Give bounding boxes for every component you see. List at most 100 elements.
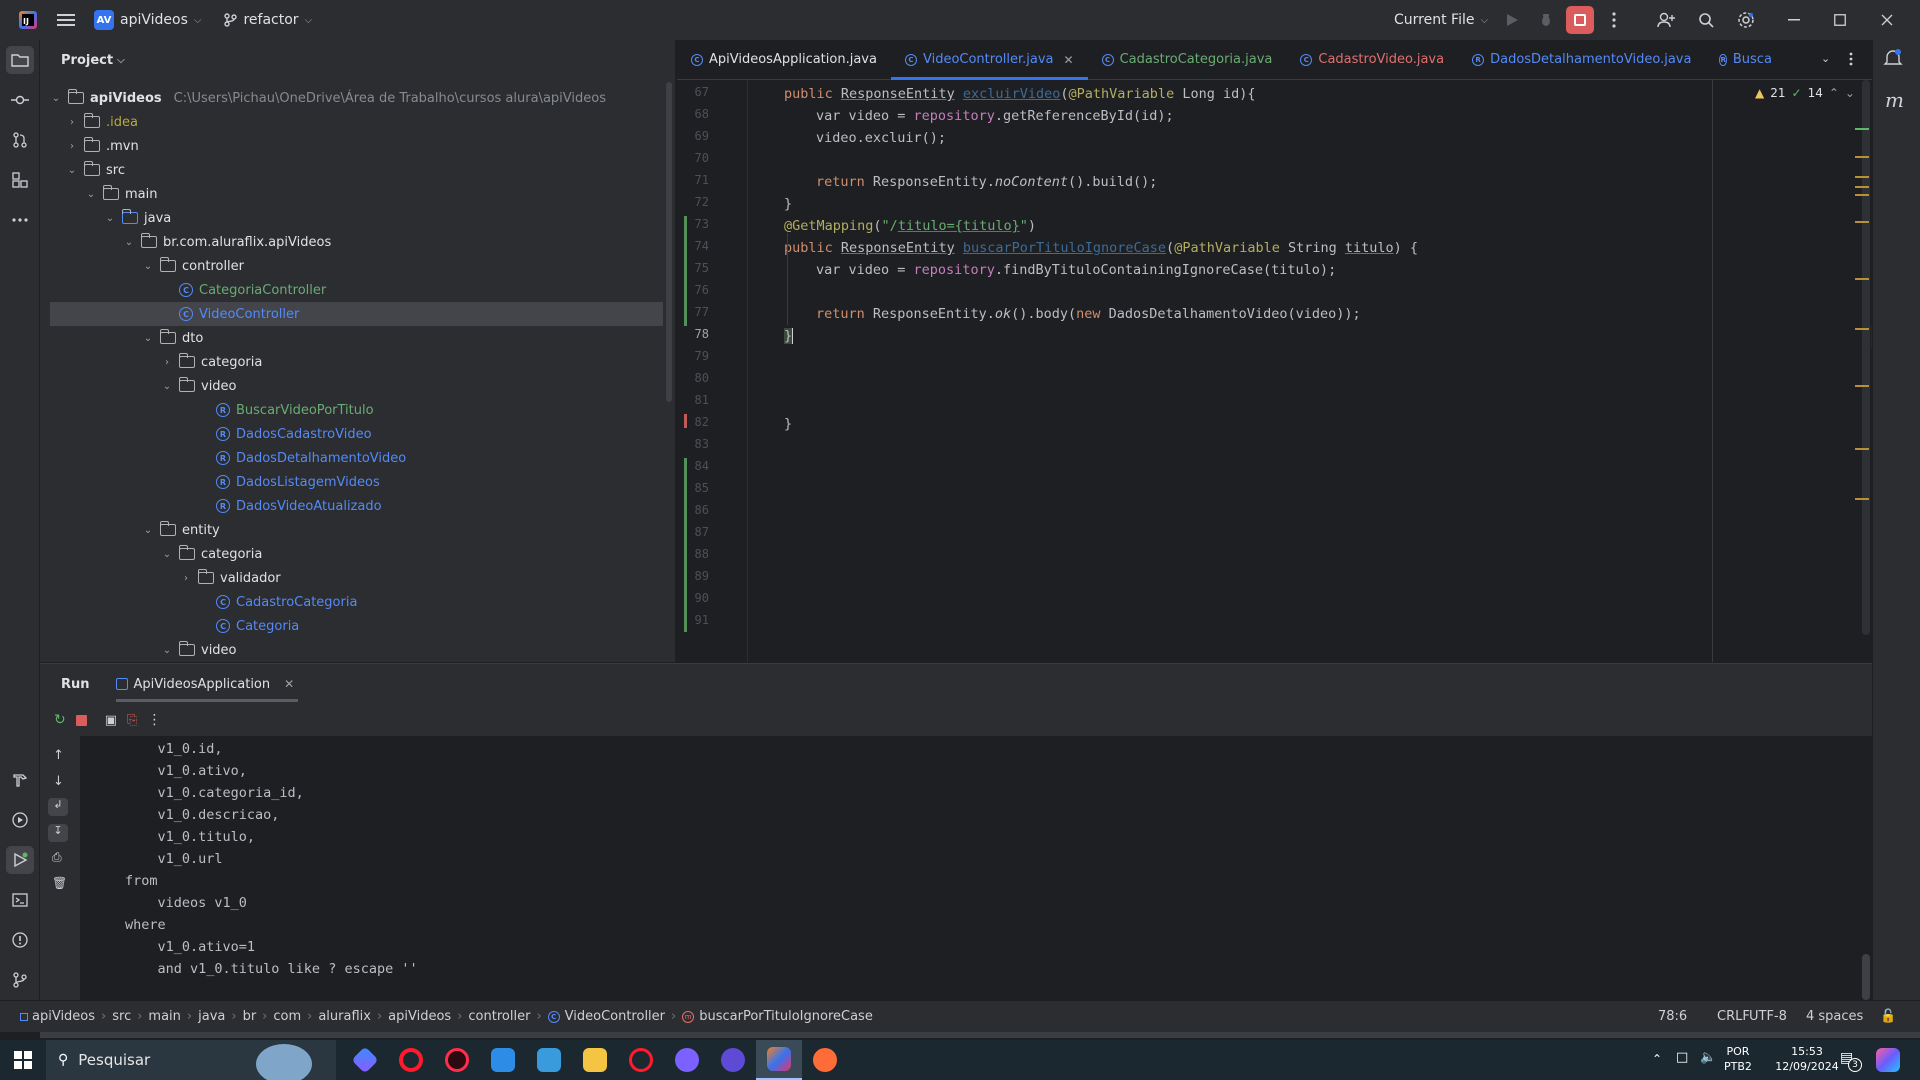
breadcrumb-item[interactable]: main <box>148 1009 180 1024</box>
terminal-icon[interactable] <box>6 886 34 914</box>
more-tools-icon[interactable] <box>6 206 34 234</box>
problems-icon[interactable] <box>6 926 34 954</box>
copilot-app-icon[interactable] <box>342 1040 388 1080</box>
tabs-overflow-chevron-icon[interactable]: ⌄ <box>1821 52 1830 65</box>
structure-icon[interactable] <box>6 166 34 194</box>
opera-app-icon[interactable] <box>388 1040 434 1080</box>
arrow-down-icon[interactable]: ↓ <box>53 774 64 789</box>
tree-item-dadoscadastrovideo[interactable]: R DadosCadastroVideo <box>216 422 372 446</box>
maximize-icon[interactable] <box>1826 6 1854 34</box>
minimize-icon[interactable] <box>1780 6 1808 34</box>
breadcrumb-item[interactable]: src <box>112 1009 131 1024</box>
tree-item-dto[interactable]: ⌄ dto <box>142 326 203 350</box>
breadcrumb-item[interactable]: apiVideos <box>388 1009 451 1024</box>
close-tab-icon[interactable]: ✕ <box>284 677 294 691</box>
intellij-app-icon[interactable] <box>756 1040 802 1080</box>
tab-busca[interactable]: R Busca <box>1705 40 1785 80</box>
cursor-position[interactable]: 78:6 <box>1658 1009 1687 1024</box>
tree-item-java[interactable]: ⌄ java <box>104 206 171 230</box>
run-tab[interactable]: ApiVideosApplication ✕ <box>115 664 298 704</box>
tree-item-validador[interactable]: › validador <box>180 566 281 590</box>
debug-icon[interactable] <box>1532 6 1560 34</box>
trash-icon[interactable]: 🗑 <box>52 876 67 890</box>
breadcrumb-item[interactable]: VideoController <box>565 1009 665 1024</box>
tree-item-main[interactable]: ⌄ main <box>85 182 157 206</box>
breadcrumb-item[interactable]: controller <box>468 1009 530 1024</box>
project-scrollbar[interactable] <box>666 82 672 402</box>
tree-item-dadosdetalhamentovideo[interactable]: R DadosDetalhamentoVideo <box>216 446 406 470</box>
camera-icon[interactable]: ▣ <box>105 713 117 728</box>
tab-cadastrocategoria[interactable]: C CadastroCategoria.java <box>1088 40 1287 80</box>
run-icon[interactable] <box>1498 6 1526 34</box>
inspections-widget[interactable]: ▲ 21 ✓ 14 ⌃ ⌄ <box>1755 86 1855 100</box>
project-tool-folder-icon[interactable] <box>6 46 34 74</box>
stop-icon[interactable] <box>75 714 87 726</box>
pull-requests-icon[interactable] <box>6 126 34 154</box>
notifications-bell-icon[interactable] <box>1883 48 1903 72</box>
editor-scroll-thumb[interactable] <box>1862 80 1870 635</box>
close-window-icon[interactable] <box>1873 6 1901 34</box>
notification-center-icon[interactable]: ▤ 3 <box>1840 1050 1862 1072</box>
taskbar-search-box[interactable]: ⚲ Pesquisar <box>46 1040 336 1080</box>
clock[interactable]: 15:53 12/09/2024 <box>1772 1044 1842 1074</box>
windows-start-icon[interactable] <box>0 1040 46 1080</box>
tree-item-entity-video[interactable]: ⌄ video <box>161 638 237 662</box>
eclipse-app-icon[interactable] <box>710 1040 756 1080</box>
stop-icon[interactable] <box>1566 6 1594 34</box>
vcs-change-marker[interactable] <box>684 216 687 326</box>
project-panel-header[interactable]: Project ⌵ <box>40 40 675 80</box>
services-icon[interactable] <box>6 806 34 834</box>
maven-m-icon[interactable]: m <box>1885 88 1904 112</box>
discord-app-icon[interactable] <box>664 1040 710 1080</box>
arrow-up-icon[interactable]: ↑ <box>53 748 64 763</box>
breadcrumb-item[interactable]: aluraflix <box>318 1009 371 1024</box>
network-icon[interactable]: □ <box>1676 1050 1688 1065</box>
language-indicator[interactable]: POR PTB2 <box>1724 1044 1752 1074</box>
soft-wrap-icon[interactable]: ↲ <box>48 798 68 816</box>
breadcrumb-item[interactable]: buscarPorTituloIgnoreCase <box>699 1009 873 1024</box>
tree-item-dto-categoria[interactable]: › categoria <box>161 350 262 374</box>
chevron-up-icon[interactable]: ⌃ <box>1652 1052 1662 1066</box>
exit-icon[interactable]: ⎘ <box>127 713 137 728</box>
run-config-selector[interactable]: Current File ⌵ <box>1394 12 1488 28</box>
store-app-icon[interactable] <box>526 1040 572 1080</box>
file-explorer-icon[interactable] <box>572 1040 618 1080</box>
tabs-more-icon[interactable] <box>1849 52 1853 70</box>
tab-dadosdetalhamentovideo[interactable]: R DadosDetalhamentoVideo.java <box>1458 40 1705 80</box>
tab-cadastrovideo[interactable]: C CadastroVideo.java <box>1286 40 1458 80</box>
chevron-down-icon[interactable]: ⌄ <box>1845 86 1855 100</box>
tree-item-mvn[interactable]: › .mvn <box>66 134 139 158</box>
tree-item-entity[interactable]: ⌄ entity <box>142 518 220 542</box>
indent-setting[interactable]: 4 spaces <box>1806 1009 1863 1024</box>
print-icon[interactable]: ⎙ <box>52 850 62 865</box>
project-switcher[interactable]: AV apiVideos ⌵ <box>94 10 201 30</box>
tree-item-entity-categoria[interactable]: ⌄ categoria <box>161 542 262 566</box>
more-icon[interactable]: ⋮ <box>147 712 161 728</box>
tab-apivideosapplication[interactable]: C ApiVideosApplication.java <box>677 40 891 80</box>
opera-gx-app-icon[interactable] <box>434 1040 480 1080</box>
vcs-change-marker[interactable] <box>684 414 687 428</box>
scroll-to-end-icon[interactable]: ↧ <box>48 824 68 842</box>
add-user-icon[interactable] <box>1652 6 1680 34</box>
tree-item-dadoslistagemvideos[interactable]: R DadosListagemVideos <box>216 470 380 494</box>
tree-item-idea[interactable]: › .idea <box>66 110 138 134</box>
tree-root[interactable]: ⌄ apiVideos C:\Users\Pichau\OneDrive\Áre… <box>50 86 606 110</box>
mail-app-icon[interactable] <box>480 1040 526 1080</box>
console-scrollbar[interactable] <box>1862 954 1870 1000</box>
git-icon[interactable] <box>6 966 34 994</box>
search-icon[interactable] <box>1692 6 1720 34</box>
volume-icon[interactable]: 🔈 <box>1700 1050 1716 1065</box>
line-separator[interactable]: CRLF <box>1717 1009 1750 1024</box>
tree-item-categoria-class[interactable]: C Categoria <box>216 614 299 638</box>
tree-item-src[interactable]: ⌄ src <box>66 158 125 182</box>
chevron-up-icon[interactable]: ⌃ <box>1829 86 1839 100</box>
close-tab-icon[interactable]: ✕ <box>1064 53 1074 67</box>
postman-app-icon[interactable] <box>802 1040 848 1080</box>
lock-icon[interactable]: 🔓 <box>1880 1009 1896 1024</box>
tree-item-buscarvideoportitulo[interactable]: R BuscarVideoPorTitulo <box>216 398 374 422</box>
rerun-icon[interactable]: ↻ <box>54 712 66 728</box>
build-hammer-icon[interactable] <box>6 766 34 794</box>
tree-item-cadastrocategoria[interactable]: C CadastroCategoria <box>216 590 357 614</box>
tree-item-dadosvideoatualizado[interactable]: R DadosVideoAtualizado <box>216 494 382 518</box>
tree-item-categoriacontroller[interactable]: C CategoriaController <box>179 278 326 302</box>
